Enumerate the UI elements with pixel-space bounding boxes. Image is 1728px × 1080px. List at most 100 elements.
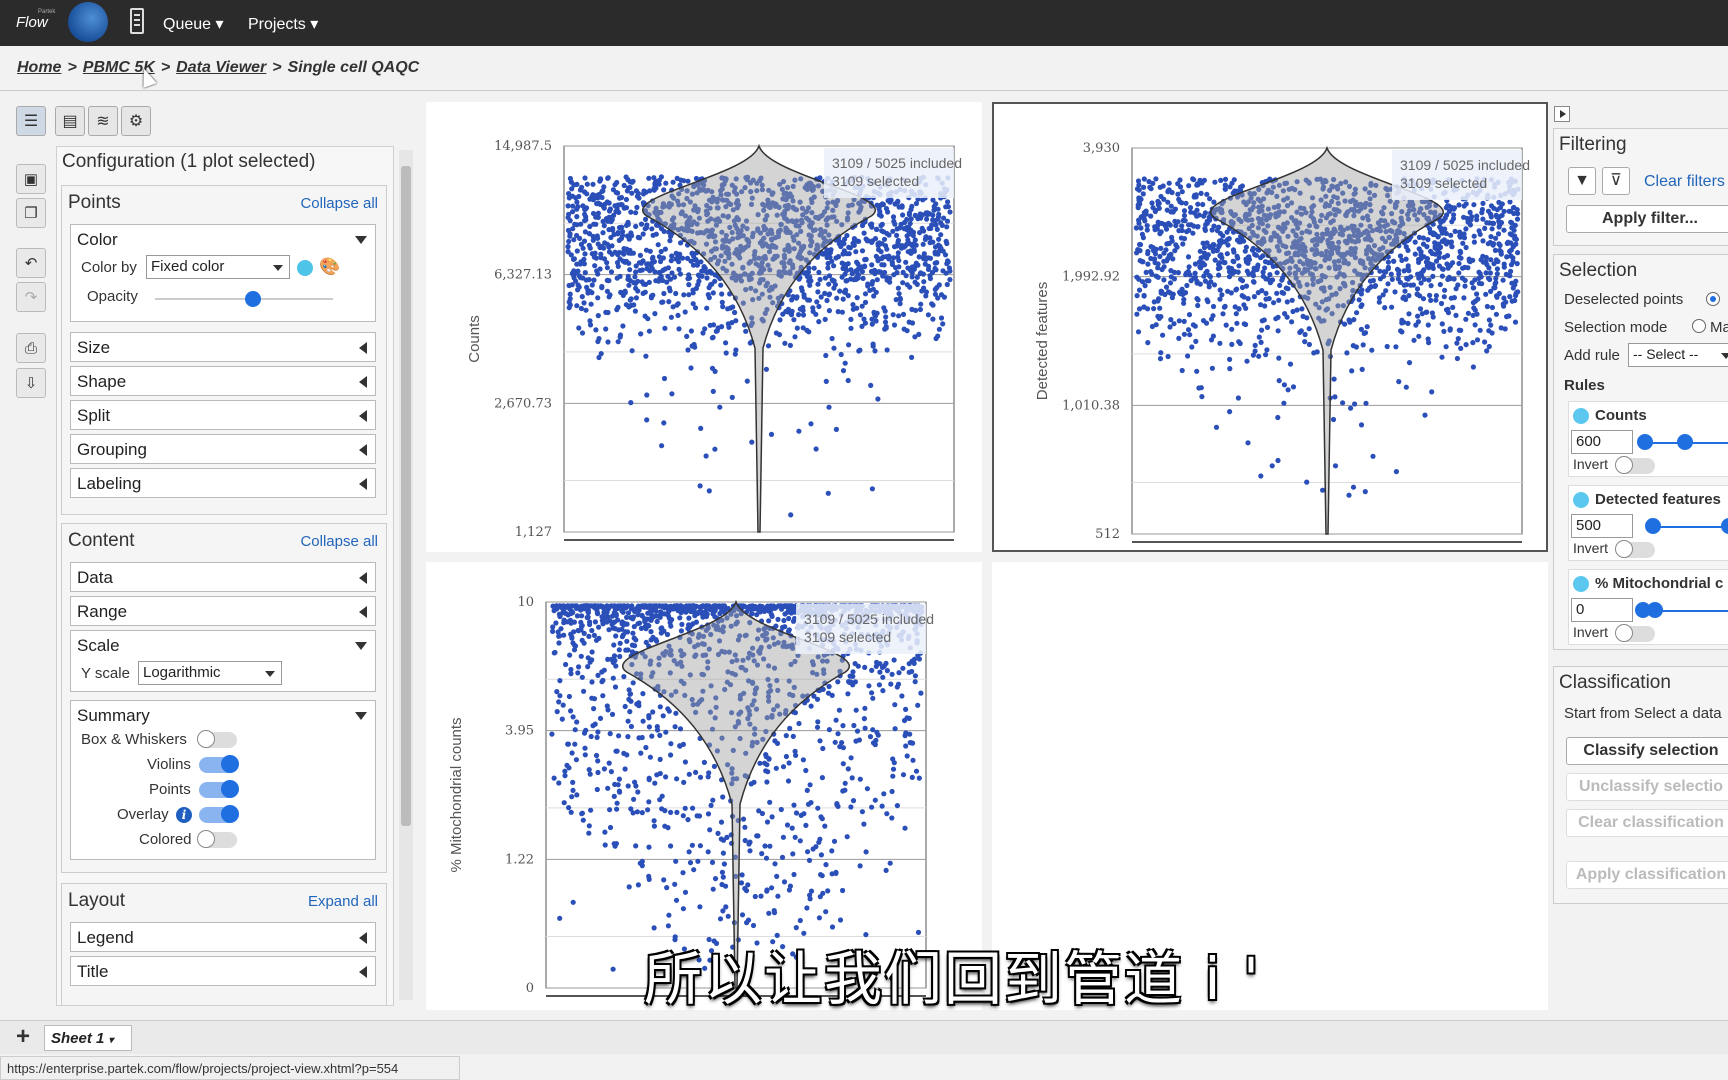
rules-label: Rules: [1564, 377, 1605, 394]
violins-toggle[interactable]: [199, 755, 239, 773]
menu-icon[interactable]: ☰: [16, 106, 46, 136]
violin-plot-svg[interactable]: 14,987.5 6,327.13 2,670.73 1,127 Counts 3109 …: [426, 102, 982, 552]
color-title[interactable]: Color: [77, 230, 118, 250]
scroll-thumb[interactable]: [401, 166, 411, 826]
rule-slider-knob[interactable]: [1677, 434, 1693, 450]
logo-text[interactable]: Flow: [16, 14, 48, 31]
rule-name: % Mitochondrial c: [1595, 575, 1724, 592]
color-by-label: Color by: [81, 259, 137, 276]
clear-filters-link[interactable]: Clear filters: [1644, 173, 1725, 191]
redo-icon[interactable]: ↷: [16, 282, 46, 312]
sheet-tab[interactable]: Sheet 1 ▾: [44, 1025, 132, 1051]
save-icon[interactable]: ▣: [16, 164, 46, 194]
expand-arrow-icon: [359, 444, 367, 456]
plot-counts[interactable]: 14,987.5 6,327.13 2,670.73 1,127 Counts 3109 …: [426, 102, 982, 552]
breadcrumb-data-viewer[interactable]: Data Viewer: [176, 59, 266, 76]
add-rule-select[interactable]: -- Select --: [1628, 343, 1728, 367]
breadcrumb: Home > PBMC 5K > Data Viewer > Single cell QAQ…: [17, 59, 420, 76]
add-sheet-icon[interactable]: +: [16, 1023, 30, 1051]
rule-slider-knob[interactable]: [1645, 518, 1661, 534]
violin-plot-svg[interactable]: 3,930 1,992.92 1,010.38 512 Detected feature…: [994, 104, 1546, 550]
chart-icon[interactable]: ▤: [55, 106, 85, 136]
shape-row[interactable]: Shape: [70, 366, 376, 396]
split-row[interactable]: Split: [70, 400, 376, 430]
data-icon[interactable]: ≋: [88, 106, 118, 136]
nav-queue[interactable]: Queue ▾: [163, 14, 224, 34]
deselected-points-label: Deselected points: [1564, 291, 1684, 308]
color-collapse-icon[interactable]: [355, 236, 367, 244]
config-scrollbar[interactable]: [399, 150, 413, 1000]
title-row[interactable]: Title: [70, 956, 376, 986]
points-section: Points Collapse all Color Color by Fixed…: [61, 185, 387, 515]
color-by-select[interactable]: Fixed color: [146, 255, 290, 279]
classification-panel: Classification Start from Select a data …: [1553, 666, 1728, 904]
overlay-toggle[interactable]: [199, 805, 239, 823]
apply-filter-button[interactable]: Apply filter...: [1566, 205, 1728, 233]
summary-title[interactable]: Summary: [77, 706, 150, 726]
points-collapse-all-link[interactable]: Collapse all: [300, 195, 378, 212]
size-row[interactable]: Size: [70, 332, 376, 362]
divider: [0, 90, 1728, 91]
classify-selection-button[interactable]: Classify selection: [1566, 737, 1728, 765]
server-icon[interactable]: [130, 8, 144, 34]
invert-toggle[interactable]: [1615, 456, 1655, 474]
yscale-select[interactable]: Logarithmic: [138, 661, 282, 685]
breadcrumb-home[interactable]: Home: [17, 59, 61, 76]
opacity-slider-knob[interactable]: [244, 291, 261, 307]
content-section: Content Collapse all Data Range Scale Y …: [61, 523, 387, 873]
y-axis-label: % Mitochondrial counts: [448, 717, 465, 872]
range-row[interactable]: Range: [70, 596, 376, 626]
export-image-icon[interactable]: ⎙: [16, 333, 46, 363]
filtering-title: Filtering: [1559, 134, 1627, 155]
expand-arrow-icon: [359, 410, 367, 422]
grouping-row[interactable]: Grouping: [70, 434, 376, 464]
logo-globe-icon[interactable]: [68, 2, 108, 42]
rule-value-input[interactable]: 600: [1571, 430, 1633, 454]
y-tick-label: 10: [517, 595, 534, 610]
colored-toggle[interactable]: [197, 830, 237, 848]
rule-value-input[interactable]: 500: [1571, 514, 1633, 538]
expand-panel-icon[interactable]: [1554, 106, 1570, 122]
nav-projects[interactable]: Projects ▾: [248, 14, 318, 34]
rule-value-input[interactable]: 0: [1571, 598, 1633, 622]
plot-detected-features[interactable]: 3,930 1,992.92 1,010.38 512 Detected feature…: [992, 102, 1548, 552]
scale-title[interactable]: Scale: [77, 636, 120, 656]
opacity-label: Opacity: [87, 288, 138, 305]
palette-icon[interactable]: 🎨: [319, 257, 340, 277]
included-count-label: 3109 / 5025 included: [832, 155, 962, 171]
info-icon[interactable]: i: [176, 807, 192, 823]
deselected-points-radio[interactable]: [1706, 292, 1720, 306]
unclassify-selection-button[interactable]: Unclassify selectio: [1566, 773, 1728, 801]
copy-icon[interactable]: ❐: [16, 198, 46, 228]
content-collapse-all-link[interactable]: Collapse all: [300, 533, 378, 550]
clear-classification-button[interactable]: Clear classification: [1566, 809, 1728, 837]
box-whiskers-label: Box & Whiskers: [81, 731, 187, 748]
apply-classification-button[interactable]: Apply classification: [1566, 861, 1728, 889]
colored-label: Colored: [139, 831, 192, 848]
export-file-icon[interactable]: ⇩: [16, 368, 46, 398]
rule-slider-knob[interactable]: [1647, 602, 1663, 618]
clear-filter-icon[interactable]: ⊽: [1602, 167, 1630, 195]
data-row[interactable]: Data: [70, 562, 376, 592]
labeling-row[interactable]: Labeling: [70, 468, 376, 498]
legend-label: Legend: [77, 928, 134, 947]
points-toggle[interactable]: [199, 780, 239, 798]
layout-expand-all-link[interactable]: Expand all: [308, 893, 378, 910]
labeling-label: Labeling: [77, 474, 142, 493]
y-tick-label: 1,127: [515, 525, 552, 540]
rule-slider-knob[interactable]: [1721, 518, 1728, 534]
config-title: Configuration (1 plot selected): [62, 151, 316, 172]
color-swatch[interactable]: [297, 260, 313, 276]
undo-icon[interactable]: ↶: [16, 248, 46, 278]
legend-row[interactable]: Legend: [70, 922, 376, 952]
scale-collapse-icon[interactable]: [355, 642, 367, 650]
rule-slider-knob[interactable]: [1637, 434, 1653, 450]
invert-toggle[interactable]: [1615, 624, 1655, 642]
invert-toggle[interactable]: [1615, 540, 1655, 558]
summary-collapse-icon[interactable]: [355, 712, 367, 720]
filter-icon[interactable]: ▼: [1568, 167, 1596, 195]
gear-icon[interactable]: ⚙: [121, 106, 151, 136]
box-whiskers-toggle[interactable]: [197, 730, 237, 748]
selection-mode-radio[interactable]: [1692, 319, 1706, 333]
yscale-label: Y scale: [81, 665, 130, 682]
